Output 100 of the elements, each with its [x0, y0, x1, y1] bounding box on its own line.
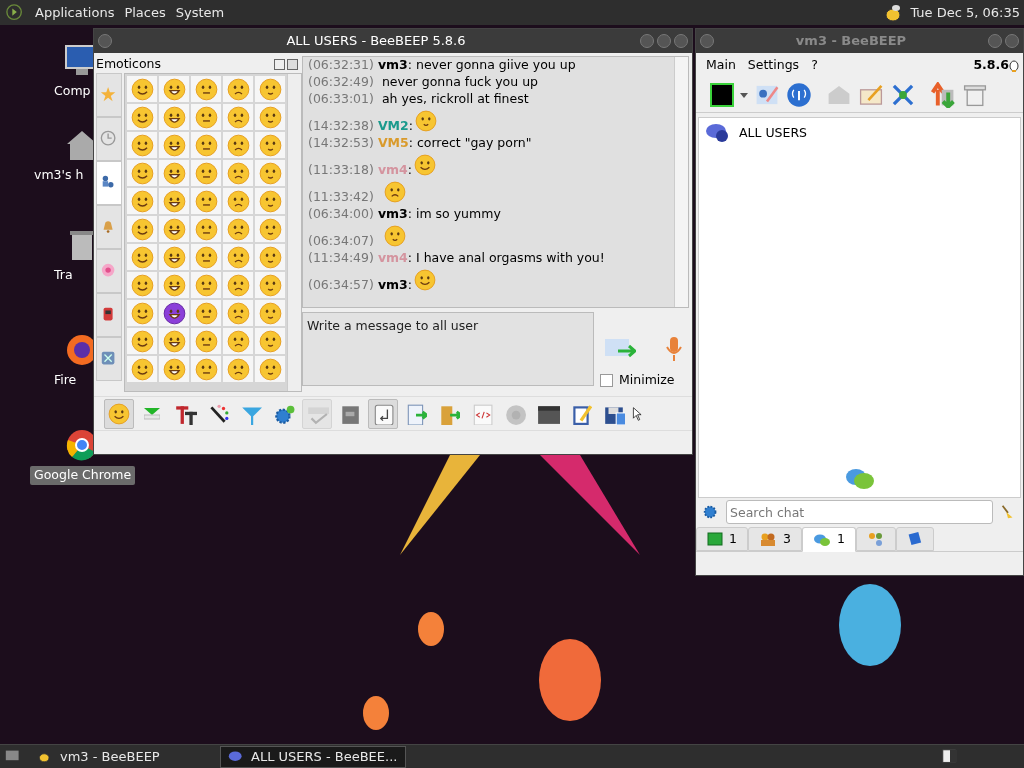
menu-item[interactable]: ?: [805, 55, 824, 75]
emoticon-button[interactable]: [255, 160, 285, 186]
emoticon-button[interactable]: [127, 104, 157, 130]
window-menu-button[interactable]: [98, 34, 112, 48]
emoticon-button[interactable]: [191, 104, 221, 130]
desktop-icon-label[interactable]: vm3's h: [30, 166, 88, 185]
emoticon-button[interactable]: [223, 244, 253, 270]
emoticon-button[interactable]: [191, 160, 221, 186]
tab[interactable]: 1: [696, 527, 748, 551]
tab[interactable]: [855, 527, 896, 551]
emoticon-button[interactable]: [223, 272, 253, 298]
smiley-icon: [194, 189, 218, 213]
emoticon-button[interactable]: [255, 300, 285, 326]
chat-list-item[interactable]: ALL USERS: [699, 118, 1020, 148]
minimize-checkbox[interactable]: [600, 374, 613, 388]
message-input-field[interactable]: Write a message to all user: [302, 312, 594, 386]
emoticon-button[interactable]: [159, 328, 189, 354]
emoticon-button[interactable]: [127, 188, 157, 214]
emoticon-button[interactable]: [191, 356, 221, 382]
circle-icon: [504, 402, 526, 425]
panel-menu[interactable]: System: [170, 2, 230, 23]
emoticon-button[interactable]: [127, 160, 157, 186]
tab[interactable]: 3: [747, 527, 802, 551]
emoticon-button[interactable]: [223, 300, 253, 326]
taskbar-button[interactable]: ALL USERS - BeeBEE...: [220, 745, 406, 768]
caret-icon[interactable]: [740, 90, 748, 99]
emoticon-button[interactable]: [223, 160, 253, 186]
desktop-icon-label[interactable]: Comp: [30, 82, 95, 101]
emoticon-button[interactable]: [223, 132, 253, 158]
emoticon-button[interactable]: [255, 76, 285, 102]
emoticon-button[interactable]: [159, 356, 189, 382]
emoticon-button[interactable]: [223, 328, 253, 354]
close-button[interactable]: [674, 34, 688, 48]
float-button[interactable]: [274, 58, 285, 70]
emoticon-button[interactable]: [159, 272, 189, 298]
emoticon-button[interactable]: [159, 188, 189, 214]
desktop-icon-label[interactable]: Tra: [30, 266, 77, 285]
emoticon-button[interactable]: [127, 76, 157, 102]
emoticon-button[interactable]: [255, 244, 285, 270]
emoticon-button[interactable]: [255, 104, 285, 130]
transfer-icon[interactable]: [930, 81, 956, 108]
tab[interactable]: [895, 527, 934, 551]
emoticon-button[interactable]: [127, 356, 157, 382]
emoticon-button[interactable]: [223, 356, 253, 382]
emoticon-button[interactable]: [191, 188, 221, 214]
emoticon-button[interactable]: [191, 132, 221, 158]
panel-menu[interactable]: Applications: [30, 2, 120, 23]
desktop-icon-label[interactable]: Google Chrome: [30, 466, 136, 485]
tab[interactable]: 1: [801, 527, 856, 552]
close-button[interactable]: [287, 58, 298, 70]
message-sender: VM5: [377, 134, 409, 151]
emoticon-button[interactable]: [255, 216, 285, 242]
search-field[interactable]: Search chat: [726, 500, 993, 524]
minimize-button[interactable]: [640, 34, 654, 48]
maximize-button[interactable]: [1005, 34, 1019, 48]
category-tab[interactable]: [96, 293, 122, 337]
broadcast-icon[interactable]: [786, 81, 812, 108]
category-tab[interactable]: [96, 161, 122, 205]
emoticon-button[interactable]: [223, 188, 253, 214]
category-tab[interactable]: [96, 337, 122, 381]
emoticon-button[interactable]: [191, 216, 221, 242]
emoticon-button[interactable]: [159, 76, 189, 102]
menu-item[interactable]: Settings: [741, 55, 806, 75]
scrollbar[interactable]: [674, 57, 688, 307]
emoticon-button[interactable]: [191, 244, 221, 270]
emoticon-button[interactable]: [255, 132, 285, 158]
taskbar-button[interactable]: vm3 - BeeBEEP: [30, 745, 216, 768]
emoticon-button[interactable]: [127, 272, 157, 298]
emoticon-button[interactable]: [159, 300, 189, 326]
emoticon-button[interactable]: [127, 132, 157, 158]
maximize-button[interactable]: [657, 34, 671, 48]
emoticon-button[interactable]: [223, 216, 253, 242]
emoticon-button[interactable]: [255, 272, 285, 298]
emoticon-button[interactable]: [159, 216, 189, 242]
status-icon[interactable]: [710, 82, 734, 107]
emoticon-button[interactable]: [159, 160, 189, 186]
emoticon-button[interactable]: [191, 328, 221, 354]
minimize-button[interactable]: [988, 34, 1002, 48]
emoticon-button[interactable]: [223, 76, 253, 102]
emoticon-button[interactable]: [191, 300, 221, 326]
panel-menu[interactable]: Places: [119, 2, 171, 23]
emoticon-button[interactable]: [127, 300, 157, 326]
toolbar-button[interactable]: [368, 398, 398, 429]
emoticon-button[interactable]: [159, 132, 189, 158]
emoticon-button[interactable]: [159, 244, 189, 270]
emoticon-button[interactable]: [191, 76, 221, 102]
emoticon-button[interactable]: [191, 272, 221, 298]
menu-item[interactable]: Main: [700, 55, 742, 75]
emoticon-button[interactable]: [255, 356, 285, 382]
emoticon-button[interactable]: [255, 188, 285, 214]
emoticon-button[interactable]: [127, 328, 157, 354]
emoticon-button[interactable]: [255, 328, 285, 354]
desktop-icon-label[interactable]: Fire: [30, 371, 81, 390]
emoticon-button[interactable]: [127, 216, 157, 242]
emoticon-button[interactable]: [223, 104, 253, 130]
emoticon-button[interactable]: [159, 104, 189, 130]
clock-text[interactable]: Tue Dec 5, 06:35: [910, 2, 1020, 23]
emoticon-button[interactable]: [127, 244, 157, 270]
window-menu-button[interactable]: [700, 34, 714, 48]
scrollbar[interactable]: [287, 74, 301, 391]
